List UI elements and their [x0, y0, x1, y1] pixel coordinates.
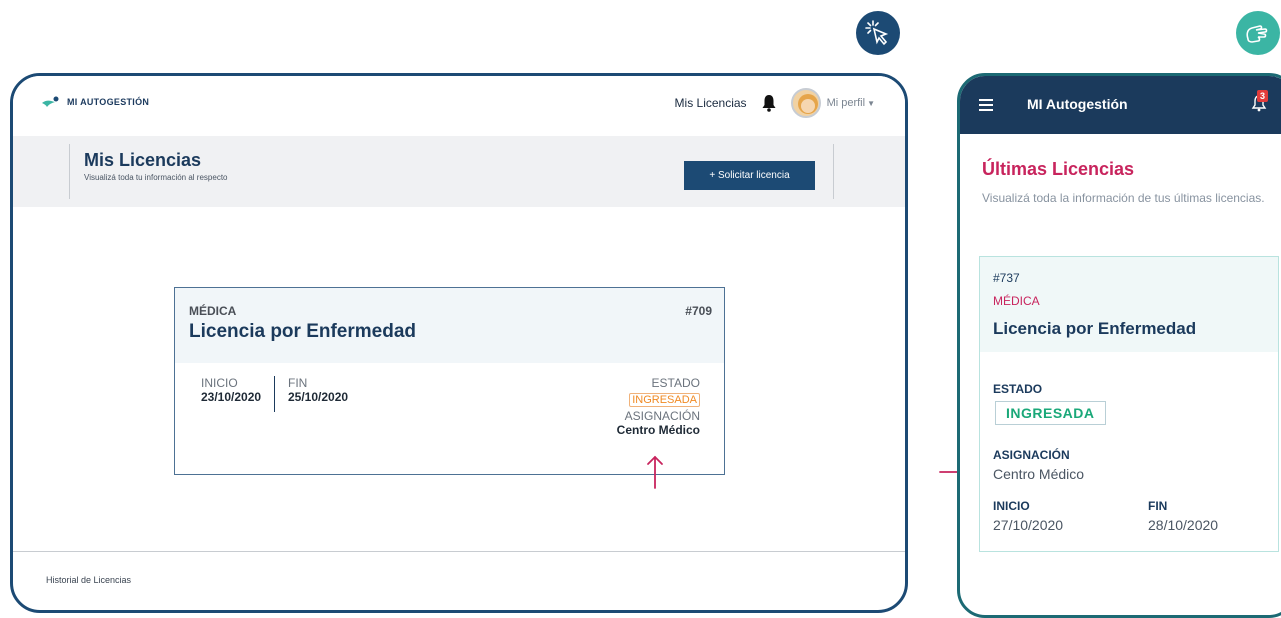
- mobile-status-badge: INGRESADA: [995, 401, 1106, 425]
- touch-hand-icon: [1236, 11, 1280, 55]
- license-card[interactable]: MÉDICA #709 Licencia por Enfermedad INIC…: [174, 287, 725, 475]
- start-label: INICIO: [201, 376, 238, 390]
- brand-name: MI AUTOGESTIÓN: [67, 97, 150, 107]
- assignment-value: Centro Médico: [616, 423, 700, 437]
- page-title: Mis Licencias: [84, 150, 202, 170]
- brand-icon: [42, 96, 59, 107]
- mobile-start-value: 27/10/2020: [993, 517, 1064, 533]
- assignment-label: ASIGNACIÓN: [624, 409, 700, 423]
- page-header: Mis Licencias Visualizá toda tu informac…: [13, 136, 905, 207]
- mobile-end-value: 28/10/2020: [1148, 517, 1219, 533]
- mobile-device: MI Autogestión 3 Últimas Licencias Visua…: [957, 73, 1281, 618]
- footer: Historial de Licencias: [13, 551, 905, 610]
- status-badge: INGRESADA: [629, 393, 700, 407]
- nav-mis-licencias[interactable]: Mis Licencias: [675, 96, 747, 110]
- top-navbar: MI AUTOGESTIÓN Mis Licencias Mi perfil ▼: [13, 76, 905, 136]
- status-label: ESTADO: [651, 376, 700, 390]
- mobile-notifications[interactable]: 3: [1251, 90, 1268, 117]
- hamburger-icon[interactable]: [978, 98, 994, 112]
- mobile-end-label: FIN: [1148, 499, 1168, 513]
- click-cursor-icon: [856, 11, 900, 55]
- mobile-assignment-label: ASIGNACIÓN: [993, 448, 1070, 462]
- history-link[interactable]: Historial de Licencias: [46, 575, 131, 585]
- arrow-up-icon: [647, 455, 663, 489]
- request-license-button[interactable]: + Solicitar licencia: [684, 161, 815, 190]
- license-category: MÉDICA: [189, 304, 237, 318]
- mobile-app-title: MI Autogestión: [1027, 96, 1128, 112]
- brand-logo[interactable]: MI AUTOGESTIÓN: [41, 96, 149, 108]
- chevron-down-icon: ▼: [867, 98, 875, 108]
- mobile-license-number: #737: [993, 271, 1020, 285]
- end-date-block: FIN 25/10/2020: [274, 376, 348, 412]
- mobile-subtitle: Visualizá toda la información de tus últ…: [982, 191, 1265, 205]
- avatar[interactable]: [790, 88, 821, 118]
- profile-menu[interactable]: Mi perfil ▼: [790, 88, 875, 118]
- profile-label: Mi perfil: [826, 97, 866, 109]
- end-label: FIN: [288, 376, 308, 390]
- end-value: 25/10/2020: [288, 390, 349, 404]
- page-subtitle: Visualizá toda tu información al respect…: [84, 173, 228, 182]
- mobile-heading: Últimas Licencias: [982, 159, 1135, 179]
- notification-badge: 3: [1257, 90, 1268, 102]
- mobile-license-category: MÉDICA: [993, 294, 1040, 308]
- mobile-start-label: INICIO: [993, 499, 1030, 513]
- mobile-license-title: Licencia por Enfermedad: [993, 319, 1197, 338]
- license-title: Licencia por Enfermedad: [189, 321, 417, 342]
- status-block: ESTADO INGRESADA ASIGNACIÓN Centro Médic…: [617, 376, 700, 437]
- mobile-app-bar: MI Autogestión 3: [960, 76, 1281, 134]
- license-number: #709: [685, 304, 712, 318]
- mobile-license-card[interactable]: #737 MÉDICA Licencia por Enfermedad ESTA…: [979, 256, 1279, 552]
- bell-icon[interactable]: [761, 94, 777, 112]
- desktop-window: MI AUTOGESTIÓN Mis Licencias Mi perfil ▼…: [10, 73, 908, 613]
- mobile-assignment-value: Centro Médico: [993, 466, 1085, 482]
- start-value: 23/10/2020: [201, 390, 262, 404]
- mobile-status-label: ESTADO: [993, 382, 1043, 396]
- start-date-block: INICIO 23/10/2020: [201, 376, 261, 404]
